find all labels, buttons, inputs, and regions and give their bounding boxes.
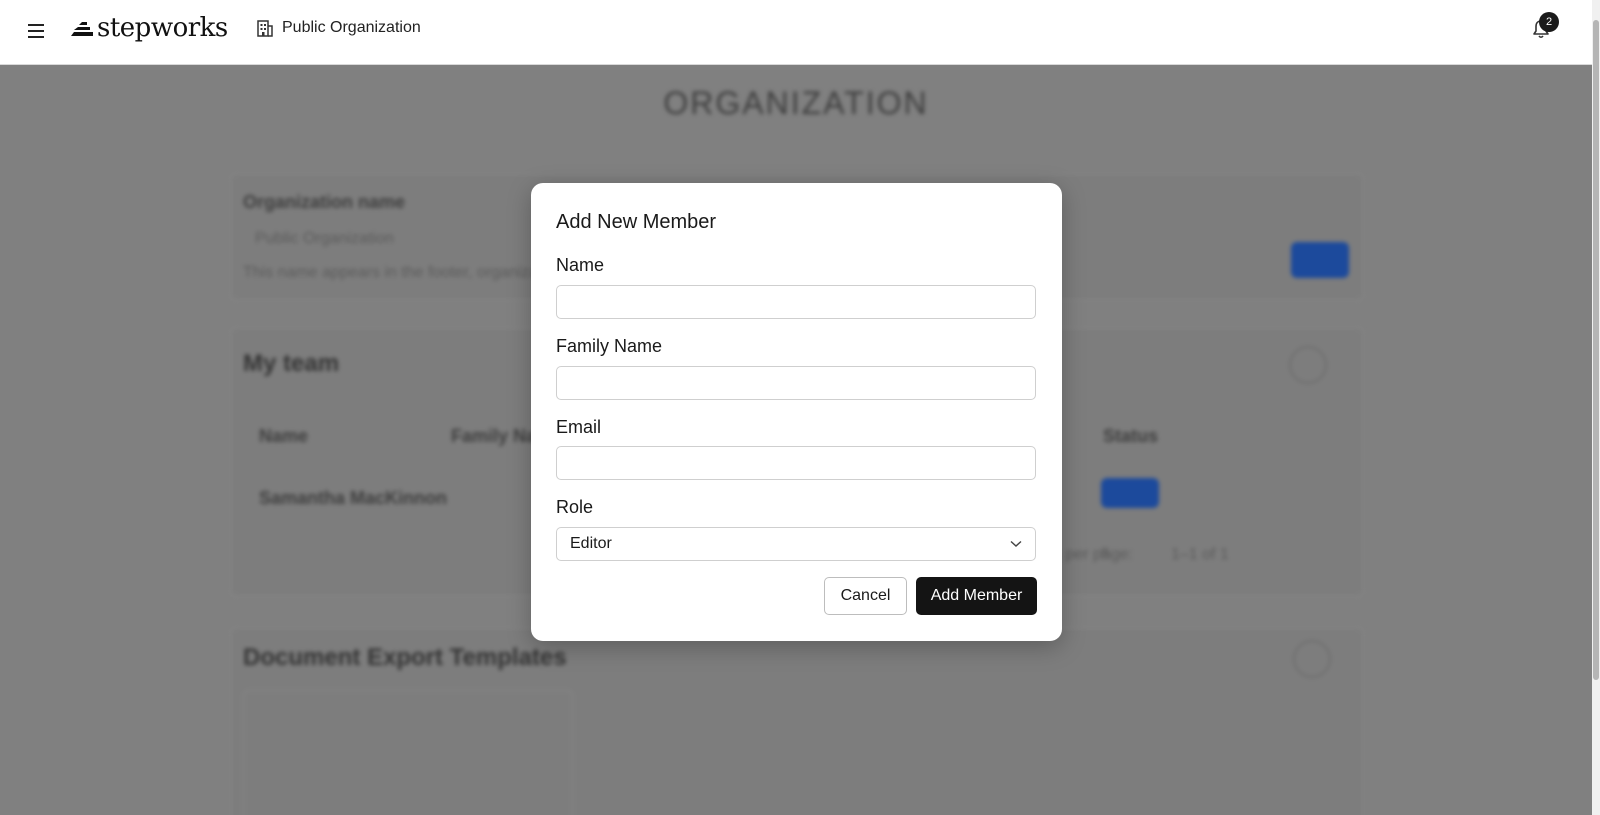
logo-text: stepworks: [97, 13, 228, 43]
email-input[interactable]: [556, 446, 1036, 480]
name-input[interactable]: [556, 285, 1036, 319]
add-member-dialog: Add New Member Name Family Name Email Ro…: [531, 183, 1062, 641]
dialog-title: Add New Member: [556, 211, 717, 233]
add-member-trigger: [1289, 346, 1327, 384]
team-title: My team: [243, 350, 340, 377]
rows-per-page-value: 5: [1101, 546, 1110, 563]
family-name-input[interactable]: [556, 366, 1036, 400]
chevron-down-icon: [1010, 540, 1022, 547]
page-scrollbar-thumb[interactable]: [1593, 20, 1599, 680]
role-label: Role: [556, 497, 594, 517]
hamburger-menu-icon[interactable]: [26, 20, 46, 42]
templates-card: Document Export Templates: [230, 627, 1364, 815]
role-select[interactable]: Editor: [556, 527, 1036, 561]
cancel-button[interactable]: Cancel: [824, 577, 907, 615]
organization-name: Public Organization: [282, 19, 421, 36]
templates-title: Document Export Templates: [243, 644, 567, 671]
notification-count-badge: 2: [1539, 12, 1559, 32]
logo-mark-icon: [71, 22, 93, 36]
logo[interactable]: stepworks: [70, 12, 228, 44]
name-label: Name: [556, 255, 605, 275]
family-name-label: Family Name: [556, 336, 663, 356]
add-template-trigger: [1293, 640, 1331, 678]
organization-switcher[interactable]: Public Organization: [256, 18, 421, 38]
org-name-value: Public Organization: [255, 230, 394, 247]
team-row-name: Samantha MacKinnon: [259, 488, 448, 508]
page-title: ORGANIZATION: [663, 85, 929, 121]
column-name: Name: [259, 426, 309, 446]
column-status: Status: [1103, 426, 1159, 446]
role-select-value: Editor: [570, 535, 612, 552]
edit-org-button: [1291, 242, 1349, 278]
org-name-label: Organization name: [243, 192, 406, 212]
add-member-button[interactable]: Add Member: [916, 577, 1037, 615]
template-placeholder-card: [243, 690, 573, 815]
pagination-range: 1–1 of 1: [1171, 546, 1229, 563]
email-label: Email: [556, 417, 602, 437]
top-bar: stepworks Public Organization 2: [0, 0, 1592, 65]
building-icon: [257, 20, 273, 37]
status-badge: [1101, 478, 1159, 508]
